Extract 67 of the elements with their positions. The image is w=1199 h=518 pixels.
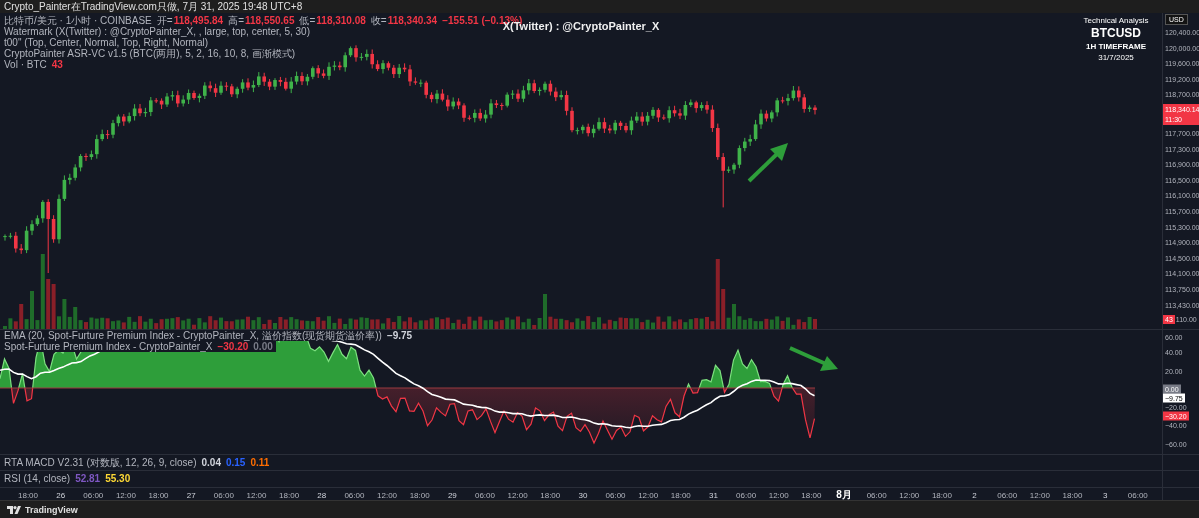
legend-value: −9.75 <box>386 330 413 341</box>
time-tick: 26 <box>55 490 67 500</box>
snapshot-caption: Crypto_Painter在TradingView.com只做, 7月 31, 2025 19:48 UTC+8 <box>4 1 303 12</box>
time-tick: 12:00 <box>376 490 399 500</box>
time-tick: 30 <box>577 490 589 500</box>
legend-value: 0.15 <box>225 457 246 468</box>
time-tick: 06:00 <box>212 490 235 500</box>
legend-title: Vol · BTC <box>4 59 47 70</box>
time-tick: 06:00 <box>343 490 366 500</box>
legend-title: 比特币/美元 · 1小时 · COINBASE <box>4 15 152 26</box>
legend-label: 高= <box>228 15 244 26</box>
time-tick: 27 <box>185 490 197 500</box>
legend-title: t00" (Top, Center, Normal, Top, Right, Normal) <box>4 37 208 48</box>
time-tick: 06:00 <box>1126 490 1149 500</box>
time-tick: 18:00 <box>800 490 823 500</box>
time-tick: 06:00 <box>996 490 1019 500</box>
time-tick: 06:00 <box>473 490 496 500</box>
time-tick: 12:00 <box>637 490 660 500</box>
legend-value: 52.81 <box>75 473 101 484</box>
time-tick: 12:00 <box>506 490 529 500</box>
symbol-title: BTCUSD <box>1091 26 1141 41</box>
legend-value: 118,310.08 <box>316 15 366 26</box>
time-tick: 18:00 <box>930 490 953 500</box>
legend-value: 118,495.84 <box>173 15 224 26</box>
time-tick: 18:00 <box>408 490 431 500</box>
legend-title: CryptoPainter ASR-VC v1.5 (BTC(两用), 5, 2, 16, 10, 8, 画渐模式) <box>4 48 296 59</box>
time-tick: 8月 <box>835 488 853 502</box>
time-tick: 12:00 <box>114 490 137 500</box>
legend-label: 收= <box>370 15 387 26</box>
legend-title: RSI (14, close) <box>4 473 71 484</box>
time-tick: 12:00 <box>1028 490 1051 500</box>
legend-value: −30.20 <box>217 341 249 352</box>
legend-value: 0.04 <box>201 457 221 468</box>
time-tick: 06:00 <box>82 490 105 500</box>
time-tick: 29 <box>446 490 458 500</box>
legend-title: Spot-Furture Premium Index - CryptoPainter_X <box>4 341 213 352</box>
legend-value: 55.30 <box>105 473 131 484</box>
legend-title: Watermark (X(Twitter) : @CryptoPainter_X, , large, top, center, 5, 30) <box>4 26 310 37</box>
brand-name: TradingView <box>25 505 78 515</box>
legend-value: 118,550.65 <box>245 15 295 26</box>
legend-title: EMA (20, Spot-Furture Premium Index - CryptoPainter_X, 溢价指数(现货期货溢价率)) <box>4 330 382 341</box>
legend-label: 低= <box>299 15 316 26</box>
legend-value: 43 <box>51 59 63 70</box>
time-tick: 18:00 <box>539 490 562 500</box>
time-tick: 18:00 <box>147 490 170 500</box>
legend-label: 开= <box>156 15 173 26</box>
time-tick: 18:00 <box>17 490 39 500</box>
time-tick: 12:00 <box>898 490 921 500</box>
time-tick: 06:00 <box>604 490 627 500</box>
time-tick: 06:00 <box>735 490 758 500</box>
info-subtitle: Technical Analysis <box>1083 15 1149 26</box>
time-tick: 12:00 <box>245 490 268 500</box>
timeframe-label: 1H TIMEFRAME <box>1086 41 1146 52</box>
time-tick: 3 <box>1101 490 1109 500</box>
time-tick: 12:00 <box>767 490 790 500</box>
time-tick: 18:00 <box>278 490 301 500</box>
time-tick: 28 <box>316 490 328 500</box>
time-tick: 31 <box>708 490 719 500</box>
date-label: 31/7/2025 <box>1098 52 1134 63</box>
time-tick: 18:00 <box>669 490 692 500</box>
time-tick: 18:00 <box>1061 490 1084 500</box>
legend-value: 0.11 <box>250 457 270 468</box>
time-tick: 06:00 <box>865 490 888 500</box>
legend-value: 0.00 <box>253 341 273 352</box>
legend-title: RTA MACD V2.31 (对数版, 12, 26, 9, close) <box>4 457 197 468</box>
time-tick: 2 <box>971 490 978 500</box>
legend-value: 118,340.34 <box>387 15 438 26</box>
